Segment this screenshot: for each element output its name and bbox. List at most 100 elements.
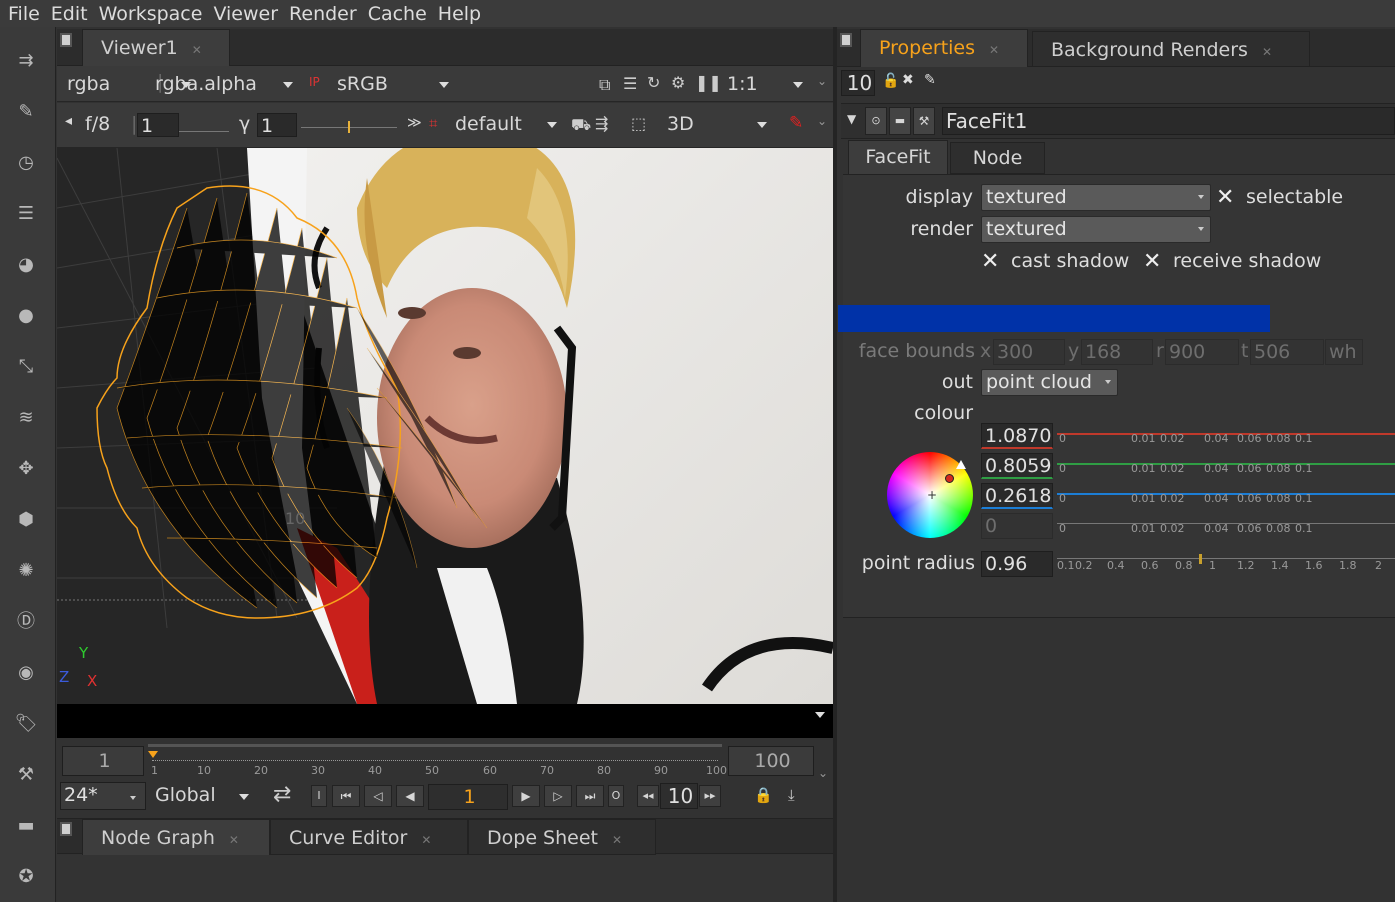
- lock-icon[interactable]: 🔒: [754, 786, 773, 804]
- prev-fstop-icon[interactable]: ◂: [65, 113, 72, 129]
- menu-file[interactable]: File: [0, 3, 40, 25]
- colour-a-field[interactable]: 0: [981, 513, 1053, 539]
- color-tools-icon[interactable]: ◕: [14, 253, 38, 277]
- receive-shadow-checkbox[interactable]: ✕: [1143, 251, 1163, 273]
- edit-icon[interactable]: ✎: [924, 72, 936, 88]
- frame-step-field[interactable]: 10: [660, 783, 698, 809]
- alpha-dropdown[interactable]: rgba.alpha: [155, 73, 257, 95]
- colour-b-field[interactable]: 0.2618: [981, 483, 1053, 509]
- view-mode-dropdown[interactable]: 3D: [667, 113, 694, 135]
- gain-field[interactable]: 1: [137, 113, 179, 137]
- timeline-scrubber[interactable]: 1 10 20 30 40 50 60 70 80 90 100: [148, 742, 727, 778]
- metadata-tools-icon[interactable]: 🏷: [14, 712, 38, 736]
- keyer-tools-icon[interactable]: ⤡: [14, 355, 38, 379]
- tab-dope-sheet[interactable]: Dope Sheet ✕: [468, 819, 656, 855]
- color-wheel[interactable]: +: [887, 452, 973, 538]
- viewer-canvas[interactable]: 10 Y Z X: [57, 148, 833, 704]
- close-icon[interactable]: ✕: [1262, 45, 1272, 59]
- face-bounds-x-field[interactable]: 300: [993, 339, 1065, 365]
- lock-icon[interactable]: 🔓: [882, 73, 899, 89]
- close-icon[interactable]: ✕: [192, 43, 202, 57]
- render-dropdown[interactable]: textured: [981, 216, 1211, 243]
- face-bounds-wh-button[interactable]: wh: [1325, 339, 1363, 365]
- refresh-icon[interactable]: ↻: [647, 73, 660, 92]
- draw-tools-icon[interactable]: ✎: [14, 100, 38, 124]
- close-icon[interactable]: ✕: [421, 833, 431, 847]
- tab-properties[interactable]: Properties ✕: [860, 29, 1028, 67]
- collapse-icon[interactable]: ▼: [847, 112, 856, 126]
- sync-icon[interactable]: ≫: [407, 115, 422, 131]
- properties-pane-grip[interactable]: [840, 33, 852, 47]
- colorspace-dropdown[interactable]: sRGB: [337, 73, 388, 95]
- gain-slider[interactable]: [179, 131, 229, 132]
- center-node-icon[interactable]: ⊙: [865, 107, 887, 135]
- transform-tools-icon[interactable]: ✥: [14, 457, 38, 481]
- menu-render[interactable]: Render: [281, 3, 357, 25]
- close-icon[interactable]: ✕: [229, 833, 239, 847]
- step-back-icon[interactable]: ◂◂: [637, 785, 659, 807]
- gamma-slider-handle[interactable]: [348, 121, 350, 133]
- in-point-button[interactable]: I: [311, 785, 327, 807]
- grid-icon[interactable]: ⌗: [429, 114, 437, 132]
- play-backward-icon[interactable]: ◀: [396, 785, 424, 807]
- roi-icon[interactable]: ⧉: [599, 75, 610, 95]
- point-radius-slider[interactable]: 0.1 0.2 0.4 0.6 0.8 1 1.2 1.4 1.6 1.8 2: [1057, 553, 1395, 575]
- timeline-end-field[interactable]: 100: [728, 746, 814, 776]
- lut-dropdown[interactable]: default: [455, 113, 522, 135]
- views-tools-icon[interactable]: ◉: [14, 661, 38, 685]
- colour-g-field[interactable]: 0.8059: [981, 453, 1053, 479]
- tab-viewer1[interactable]: Viewer1 ✕: [82, 29, 230, 66]
- node-graph-area[interactable]: [57, 855, 833, 902]
- toolsets-icon[interactable]: ⚒: [14, 763, 38, 787]
- loop-icon[interactable]: ⇄: [273, 782, 291, 807]
- overlay-icon[interactable]: ⇶: [595, 114, 608, 133]
- other-tools-icon[interactable]: ▬: [14, 814, 38, 838]
- channel-tools-icon[interactable]: ☰: [14, 202, 38, 226]
- bottom-pane-grip[interactable]: [60, 822, 72, 836]
- out-dropdown[interactable]: point cloud: [981, 369, 1118, 396]
- first-frame-icon[interactable]: ⏮: [332, 785, 360, 807]
- play-forward-icon[interactable]: ▶: [512, 785, 540, 807]
- colour-r-field[interactable]: 1.0870: [981, 423, 1053, 449]
- close-icon[interactable]: ✕: [612, 833, 622, 847]
- point-radius-field[interactable]: 0.96: [981, 551, 1053, 577]
- particle-tools-icon[interactable]: ✺: [14, 559, 38, 583]
- timeline-start-field[interactable]: 1: [62, 746, 144, 776]
- close-icon[interactable]: ✕: [989, 43, 999, 57]
- current-frame-field[interactable]: 1: [428, 784, 508, 810]
- selection-icon[interactable]: ⬚: [631, 114, 646, 133]
- tab-background-renders[interactable]: Background Renders ✕: [1032, 31, 1310, 67]
- fstop-value[interactable]: f/8: [85, 113, 110, 135]
- filter-tools-icon[interactable]: ●: [14, 304, 38, 328]
- deep-tools-icon[interactable]: Ⓓ: [14, 610, 38, 634]
- wrench-icon[interactable]: ⚒: [913, 107, 935, 135]
- furnace-tools-icon[interactable]: ✪: [14, 865, 38, 889]
- tab-facefit[interactable]: FaceFit: [848, 140, 948, 174]
- scope-dropdown[interactable]: Global: [155, 784, 216, 806]
- zoom-dropdown[interactable]: 1:1: [727, 73, 758, 95]
- 3d-tools-icon[interactable]: ⬢: [14, 508, 38, 532]
- display-dropdown[interactable]: textured: [981, 184, 1211, 211]
- download-icon[interactable]: ⤓: [788, 786, 795, 804]
- face-bounds-t-field[interactable]: 506: [1250, 339, 1324, 365]
- colour-a-slider[interactable]: 0 0.01 0.02 0.04 0.06 0.08 0.1: [1057, 516, 1395, 538]
- out-point-button[interactable]: O: [608, 785, 624, 807]
- node-color-icon[interactable]: ▬: [889, 107, 911, 135]
- merge-tools-icon[interactable]: ≋: [14, 406, 38, 430]
- node-name-field[interactable]: FaceFit1: [942, 107, 1395, 135]
- camera-icon[interactable]: ⛟: [571, 115, 591, 136]
- viewer-pane-grip[interactable]: [60, 33, 72, 47]
- chevron-down-icon[interactable]: [815, 712, 825, 718]
- prev-keyframe-icon[interactable]: ◁: [364, 785, 392, 807]
- colour-g-slider[interactable]: 0 0.01 0.02 0.04 0.06 0.08 0.1: [1057, 456, 1395, 478]
- next-keyframe-icon[interactable]: ▷: [544, 785, 572, 807]
- last-frame-icon[interactable]: ⏭: [576, 785, 604, 807]
- expand-icon[interactable]: ⌄: [817, 114, 827, 128]
- clear-icon[interactable]: ✖: [902, 72, 914, 88]
- selectable-checkbox[interactable]: ✕: [1216, 187, 1236, 209]
- max-panels-field[interactable]: 10: [841, 70, 875, 96]
- hue-marker-icon[interactable]: [956, 460, 966, 469]
- playhead-marker[interactable]: [148, 751, 158, 758]
- tab-curve-editor[interactable]: Curve Editor ✕: [270, 819, 468, 855]
- menu-viewer[interactable]: Viewer: [205, 3, 278, 25]
